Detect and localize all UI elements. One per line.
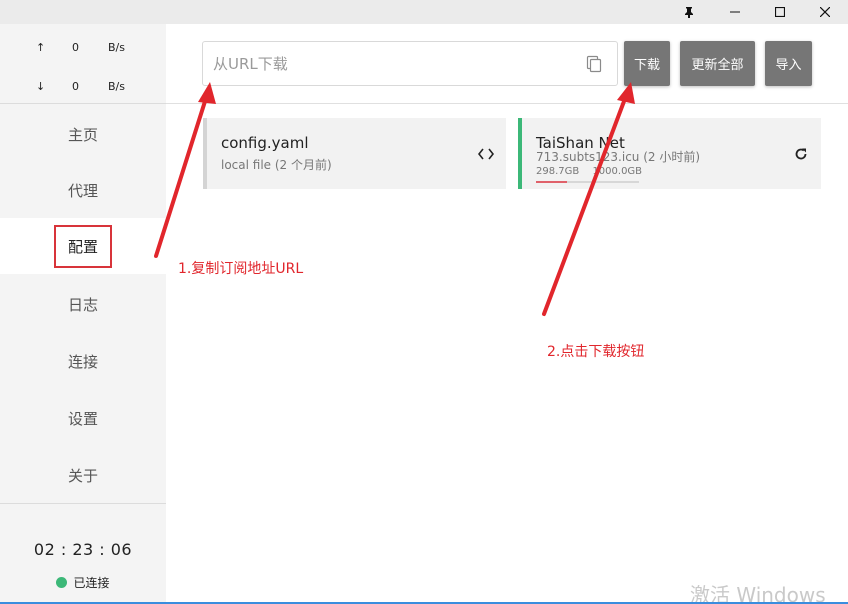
minimize-icon[interactable]: [712, 0, 758, 24]
copy-paste-icon[interactable]: [584, 54, 604, 74]
pin-icon[interactable]: [666, 0, 712, 24]
status-dot-icon: [56, 577, 68, 588]
connection-status: 已连接: [0, 574, 166, 591]
sidebar-item-label: 设置: [67, 409, 98, 428]
profile-selection-bar: [203, 118, 207, 189]
sidebar-item-label: 代理: [67, 181, 98, 200]
sidebar-item-label: 主页: [67, 125, 98, 144]
annotation-step-1: 1.复制订阅地址URL: [178, 261, 304, 277]
sidebar-item-settings[interactable]: 设置: [0, 390, 166, 446]
sidebar-item-logs[interactable]: 日志: [0, 276, 166, 332]
usage-progress-fill: [536, 181, 567, 183]
download-button[interactable]: 下载: [624, 41, 670, 86]
import-button[interactable]: 导入: [765, 41, 812, 86]
sidebar-item-proxies[interactable]: 代理: [0, 162, 166, 218]
sidebar-item-home[interactable]: 主页: [0, 106, 166, 162]
sidebar-item-label: 日志: [67, 295, 98, 314]
url-input-box[interactable]: [202, 41, 618, 86]
sidebar-item-profiles[interactable]: 配置: [0, 218, 166, 274]
upload-arrow-icon: ↑: [36, 41, 46, 54]
code-brackets-icon[interactable]: [477, 145, 495, 163]
sidebar-item-connections[interactable]: 连接: [0, 333, 166, 389]
profile-card-local[interactable]: config.yaml local file (2 个月前): [203, 118, 506, 189]
connection-label: 已连接: [73, 576, 110, 590]
sidebar-item-label: 连接: [67, 352, 98, 371]
url-input[interactable]: [213, 52, 573, 76]
upload-unit: B/s: [108, 41, 125, 54]
activation-watermark: 激活 Windows: [690, 583, 826, 604]
sidebar: ↑ 0 B/s ↓ 0 B/s 主页 代理 配置 日志 连接 设置 关于 02 …: [0, 24, 166, 604]
title-bar: [0, 0, 848, 24]
sidebar-item-label: 关于: [67, 466, 98, 485]
maximize-icon[interactable]: [757, 0, 803, 24]
profile-subtitle: local file (2 个月前): [221, 158, 332, 172]
profile-subtitle: 713.subts123.icu (2 小时前): [536, 150, 701, 164]
divider: [0, 503, 166, 504]
annotation-step-2: 2.点击下载按钮: [547, 344, 645, 360]
divider: [0, 103, 166, 104]
profile-selection-bar: [518, 118, 522, 189]
sidebar-item-label: 配置: [53, 224, 113, 268]
download-speed: ↓ 0 B/s: [0, 77, 166, 97]
download-arrow-icon: ↓: [36, 80, 46, 93]
profile-card-remote[interactable]: TaiShan Net 713.subts123.icu (2 小时前) 298…: [518, 118, 821, 189]
profile-total: 1000.0GB: [592, 166, 643, 177]
sidebar-item-about[interactable]: 关于: [0, 447, 166, 503]
uptime-clock: 02 : 23 : 06: [33, 540, 133, 559]
profile-usage: 298.7GB 1000.0GB: [536, 166, 652, 177]
download-unit: B/s: [108, 80, 125, 93]
upload-value: 0: [72, 41, 79, 54]
refresh-icon[interactable]: [792, 145, 810, 163]
profile-used: 298.7GB: [536, 166, 580, 177]
update-all-button[interactable]: 更新全部: [680, 41, 755, 86]
profile-name: config.yaml: [221, 134, 309, 152]
upload-speed: ↑ 0 B/s: [0, 38, 166, 58]
download-value: 0: [72, 80, 79, 93]
usage-progress-bar: [536, 181, 639, 183]
close-icon[interactable]: [802, 0, 848, 24]
divider: [166, 103, 848, 104]
